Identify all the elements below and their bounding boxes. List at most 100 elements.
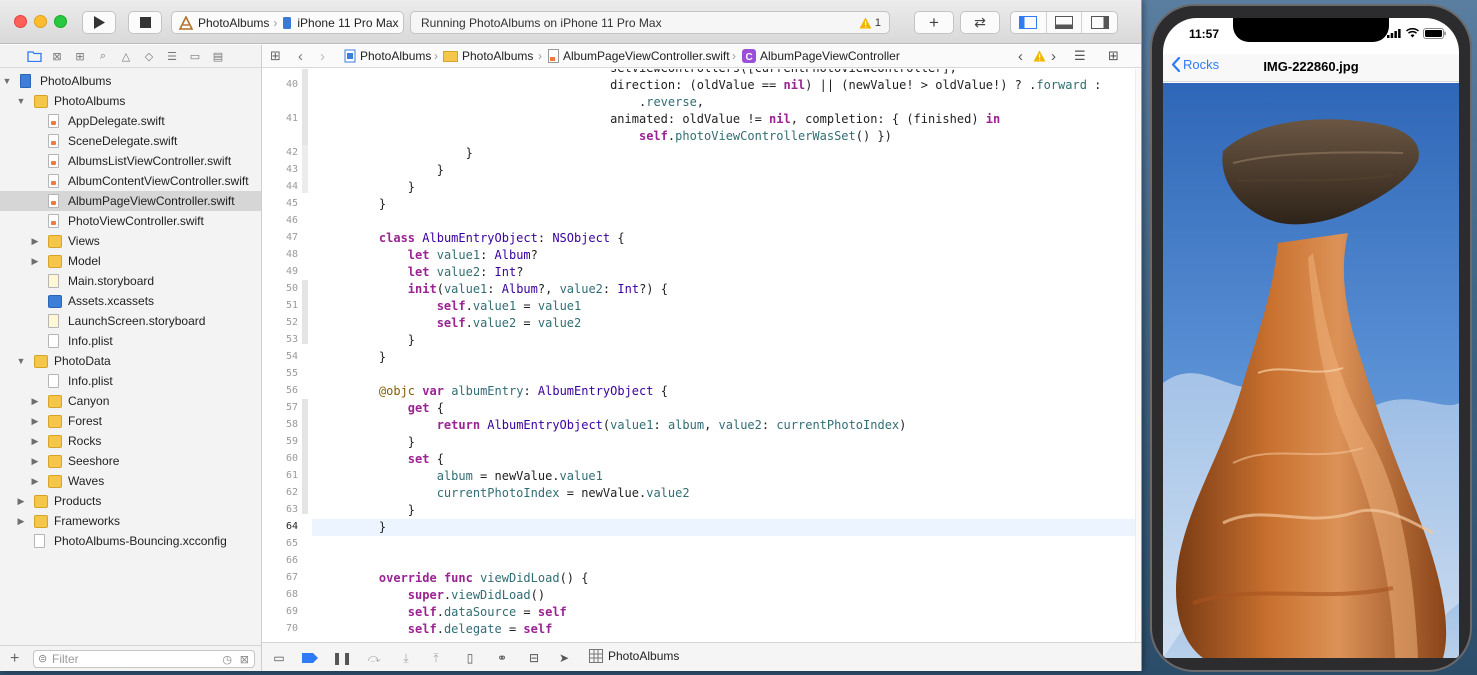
back-chevron-icon[interactable]: ‹	[298, 48, 303, 65]
code-line[interactable]: }	[350, 519, 386, 536]
pause-icon[interactable]: ❚❚	[332, 650, 352, 666]
related-items-grid-icon[interactable]: ⊞	[270, 48, 281, 64]
navigator-item-canyon[interactable]: ▶ Canyon	[0, 391, 261, 411]
code-line[interactable]: setViewControllers([currentPhotoViewCont…	[350, 69, 957, 77]
editor-options-lines-icon[interactable]: ☰	[1074, 48, 1086, 64]
disclosure-closed-icon[interactable]: ▶	[30, 396, 40, 407]
code-line[interactable]: album = newValue.value1	[350, 468, 603, 485]
toggle-debug-area-button[interactable]	[1047, 12, 1083, 33]
simulator-screen[interactable]: 11:57 Rocks IMG-222860.jpg	[1163, 18, 1459, 658]
step-over-icon[interactable]: ⤼	[366, 650, 382, 666]
issue-warning-icon[interactable]	[1033, 50, 1046, 62]
fold-region[interactable]	[302, 399, 308, 514]
code-line[interactable]: let value1: Album?	[350, 247, 538, 264]
next-issue-chevron-icon[interactable]: ›	[1051, 48, 1056, 65]
editor-scrollbar[interactable]	[1135, 69, 1141, 642]
fold-region[interactable]	[302, 69, 308, 145]
disclosure-open-icon[interactable]: ▼	[2, 76, 12, 86]
code-line[interactable]: init(value1: Album?, value2: Int?) {	[350, 281, 668, 298]
navigator-item-assets-xcassets[interactable]: Assets.xcassets	[0, 291, 261, 311]
code-line[interactable]: let value2: Int?	[350, 264, 524, 281]
code-line[interactable]: set {	[350, 451, 444, 468]
add-file-icon[interactable]: +	[10, 650, 19, 668]
code-line[interactable]: self.dataSource = self	[350, 604, 567, 621]
navigator-item-forest[interactable]: ▶ Forest	[0, 411, 261, 431]
navigator-item-photoalbums[interactable]: ▼ PhotoAlbums	[0, 71, 261, 91]
code-folding-ribbon[interactable]	[302, 69, 310, 642]
disclosure-closed-icon[interactable]: ▶	[16, 496, 26, 507]
forward-chevron-icon[interactable]: ›	[320, 48, 325, 65]
disclosure-closed-icon[interactable]: ▶	[30, 456, 40, 467]
navigator-item-seeshore[interactable]: ▶ Seeshore	[0, 451, 261, 471]
run-button[interactable]	[82, 11, 116, 34]
zoom-window-button[interactable]	[54, 15, 67, 28]
library-button[interactable]: +	[914, 11, 954, 34]
debug-icon[interactable]: ☰	[164, 48, 180, 64]
code-line[interactable]: self.photoViewControllerWasSet() })	[350, 128, 892, 145]
search-icon[interactable]: ⌕	[95, 48, 111, 64]
issue-warning-icon[interactable]: △	[118, 48, 134, 64]
navigator-item-waves[interactable]: ▶ Waves	[0, 471, 261, 491]
disclosure-open-icon[interactable]: ▼	[16, 96, 26, 106]
previous-issue-chevron-icon[interactable]: ‹	[1018, 48, 1023, 65]
disclosure-closed-icon[interactable]: ▶	[30, 256, 40, 267]
scheme-selector[interactable]: PhotoAlbums › iPhone 11 Pro Max	[171, 11, 404, 34]
navigator-item-info-plist[interactable]: Info.plist	[0, 371, 261, 391]
disclosure-closed-icon[interactable]: ▶	[30, 236, 40, 247]
navigator-item-appdelegate-swift[interactable]: AppDelegate.swift	[0, 111, 261, 131]
navigator-item-photoviewcontroller-swift[interactable]: PhotoViewController.swift	[0, 211, 261, 231]
navigator-item-photoalbums[interactable]: ▼ PhotoAlbums	[0, 91, 261, 111]
source-editor[interactable]: 40 41 42 43 44 45 46 47 48 49 50 51 52 53 54 55 56 57 58 59…	[262, 69, 1135, 642]
split-editor-icon[interactable]: ⊞	[1108, 48, 1119, 64]
symbol-navigator-icon[interactable]: ⊞	[72, 48, 88, 64]
test-diamond-icon[interactable]: ◇	[141, 48, 157, 64]
code-line[interactable]: @objc var albumEntry: AlbumEntryObject {	[350, 383, 668, 400]
code-line[interactable]: self.value1 = value1	[350, 298, 582, 315]
code-line[interactable]: super.viewDidLoad()	[350, 587, 545, 604]
code-line[interactable]: direction: (oldValue == nil) || (newValu…	[350, 77, 1101, 94]
disclosure-closed-icon[interactable]: ▶	[16, 516, 26, 527]
navigator-item-main-storyboard[interactable]: Main.storyboard	[0, 271, 261, 291]
minimize-window-button[interactable]	[34, 15, 47, 28]
debug-target[interactable]: PhotoAlbums	[589, 649, 679, 663]
code-line[interactable]: }	[350, 349, 386, 366]
step-into-icon[interactable]: ⤓	[398, 650, 414, 666]
warning-indicator[interactable]: 1	[859, 17, 881, 29]
navigator-item-photodata[interactable]: ▼ PhotoData	[0, 351, 261, 371]
folder-navigator-icon[interactable]	[26, 48, 42, 64]
code-line[interactable]: currentPhotoIndex = newValue.value2	[350, 485, 690, 502]
fold-region[interactable]	[302, 280, 308, 344]
navigator-item-albumcontentviewcontroller-swift[interactable]: AlbumContentViewController.swift	[0, 171, 261, 191]
stop-button[interactable]	[128, 11, 162, 34]
navigator-item-launchscreen-storyboard[interactable]: LaunchScreen.storyboard	[0, 311, 261, 331]
code-line[interactable]: return AlbumEntryObject(value1: album, v…	[350, 417, 907, 434]
disclosure-closed-icon[interactable]: ▶	[30, 476, 40, 487]
navigator-item-frameworks[interactable]: ▶ Frameworks	[0, 511, 261, 531]
navigator-item-views[interactable]: ▶ Views	[0, 231, 261, 251]
code-line[interactable]: }	[350, 179, 415, 196]
navigator-item-info-plist[interactable]: Info.plist	[0, 331, 261, 351]
hide-debug-area-icon[interactable]: ▭	[271, 650, 287, 666]
breadcrumb-group[interactable]: PhotoAlbums	[443, 49, 533, 63]
report-icon[interactable]: ▤	[210, 48, 226, 64]
environment-overrides-icon[interactable]: ⊟	[526, 650, 542, 666]
navigator-item-photoalbums-bouncing-xcconfig[interactable]: PhotoAlbums-Bouncing.xcconfig	[0, 531, 261, 551]
code-line[interactable]: override func viewDidLoad() {	[350, 570, 589, 587]
code-line[interactable]: .reverse,	[350, 94, 704, 111]
code-line[interactable]: }	[350, 162, 444, 179]
navigator-item-albumpageviewcontroller-swift[interactable]: AlbumPageViewController.swift	[0, 191, 261, 211]
breakpoint-icon[interactable]: ▭	[187, 48, 203, 64]
disclosure-closed-icon[interactable]: ▶	[30, 416, 40, 427]
filter-input[interactable]: ⊜ Filter ◷ ⊠	[33, 650, 255, 668]
disclosure-open-icon[interactable]: ▼	[16, 356, 26, 366]
code-review-button[interactable]: ⇄	[960, 11, 1000, 34]
photo-hoodoo-rock[interactable]	[1163, 83, 1459, 658]
code-line[interactable]: get {	[350, 400, 444, 417]
code-line[interactable]: }	[350, 434, 415, 451]
breakpoints-toggle-icon[interactable]	[302, 650, 318, 666]
code-line[interactable]: class AlbumEntryObject: NSObject {	[350, 230, 625, 247]
fold-region[interactable]	[302, 145, 308, 193]
disclosure-closed-icon[interactable]: ▶	[30, 436, 40, 447]
code-line[interactable]: animated: oldValue != nil, completion: {…	[350, 111, 1000, 128]
navigator-item-albumslistviewcontroller-swift[interactable]: AlbumsListViewController.swift	[0, 151, 261, 171]
